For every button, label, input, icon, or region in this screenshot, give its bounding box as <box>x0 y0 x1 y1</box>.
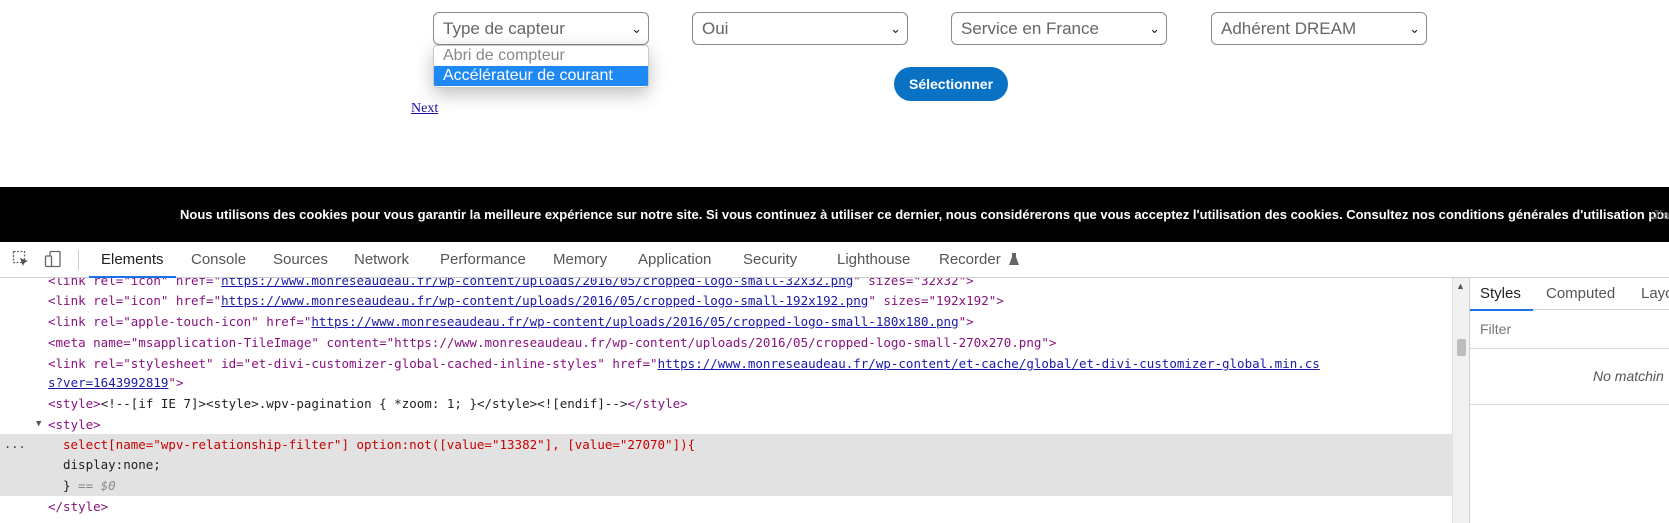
dom-line[interactable]: <link rel="icon" href="https://www.monre… <box>0 290 1452 311</box>
dom-line-selected[interactable]: display:none; <box>0 454 1452 475</box>
dom-link[interactable]: https://www.monreseaudeau.fr/wp-content/… <box>311 314 958 329</box>
chevron-down-icon: ⌄ <box>631 21 642 36</box>
sensor-type-select-value: Type de capteur <box>443 19 565 38</box>
recorder-flask-icon <box>1008 253 1019 265</box>
elements-scrollbar[interactable]: ▲ <box>1452 278 1469 523</box>
tab-styles[interactable]: Styles <box>1470 278 1533 311</box>
dom-text: </style> <box>627 396 688 411</box>
adherent-select-value: Adhérent DREAM <box>1221 19 1357 38</box>
dom-text: <style> <box>48 417 101 432</box>
dom-text: <link rel="icon" href=" <box>48 293 222 308</box>
more-options-icon[interactable]: ... <box>4 434 26 455</box>
chevron-down-icon: ⌄ <box>1149 21 1160 36</box>
styles-filter-input[interactable]: Filter <box>1480 318 1669 340</box>
devtools-toolbar: Elements Console Sources Network Perform… <box>0 242 1669 278</box>
dom-line[interactable]: </style> <box>0 496 1452 517</box>
tab-recorder[interactable]: Recorder <box>939 242 1019 278</box>
dom-text: </style> <box>48 499 109 514</box>
oui-select-value: Oui <box>702 19 729 38</box>
tab-lighthouse[interactable]: Lighthouse <box>837 242 910 278</box>
scrollbar-thumb[interactable] <box>1457 339 1466 356</box>
dom-text: <!--[if IE 7]><style>.wpv-pagination { *… <box>100 396 628 411</box>
oui-select[interactable]: Oui ⌄ <box>692 12 908 45</box>
dom-text: " sizes="32x32"> <box>853 278 974 288</box>
service-select[interactable]: Service en France ⌄ <box>951 12 1167 45</box>
scroll-up-arrow-icon[interactable]: ▲ <box>1456 281 1465 291</box>
dom-link[interactable]: https://www.monreseaudeau.fr/wp-content/… <box>221 293 868 308</box>
dom-text: "> <box>168 375 184 390</box>
dom-text: display:none; <box>63 457 161 472</box>
sensor-type-select[interactable]: Type de capteur ⌄ <box>433 12 649 45</box>
dom-text: == $0 <box>70 478 116 493</box>
screen: Type de capteur ⌄ Oui ⌄ Service en Franc… <box>0 0 1669 523</box>
devtools-panel: Elements Console Sources Network Perform… <box>0 242 1669 523</box>
tab-performance[interactable]: Performance <box>440 242 526 278</box>
dom-link[interactable]: https://www.monreseaudeau.fr/wp-content/… <box>221 278 853 288</box>
device-toolbar-icon[interactable] <box>44 250 62 268</box>
dom-text: <link rel="stylesheet" id="et-divi-custo… <box>48 356 658 371</box>
web-page: Type de capteur ⌄ Oui ⌄ Service en Franc… <box>0 0 1669 187</box>
dom-line[interactable]: <meta name="msapplication-TileImage" con… <box>0 332 1452 353</box>
next-link[interactable]: Next <box>411 101 438 117</box>
tab-network[interactable]: Network <box>354 242 409 278</box>
adherent-select[interactable]: Adhérent DREAM ⌄ <box>1211 12 1427 45</box>
divider <box>1470 348 1669 349</box>
dom-text: " sizes="192x192"> <box>868 293 1004 308</box>
tab-console[interactable]: Console <box>191 242 246 278</box>
dom-text: <link rel="apple-touch-icon" href=" <box>48 314 312 329</box>
chevron-down-icon: ⌄ <box>890 21 901 36</box>
chevron-down-icon: ⌄ <box>1409 21 1420 36</box>
tab-recorder-label: Recorder <box>939 251 1001 268</box>
elements-dom-tree: <link rel="icon" href="https://www.monre… <box>0 278 1452 523</box>
dom-line[interactable]: s?ver=1643992819"> <box>0 372 1452 393</box>
dom-link[interactable]: s?ver=1643992819 <box>48 375 168 390</box>
dropdown-option-abri[interactable]: Abri de compteur <box>434 46 648 66</box>
cookie-accept-button[interactable]: J'a <box>1652 187 1669 242</box>
dropdown-option-accelerateur[interactable]: Accélérateur de courant <box>434 66 648 86</box>
tab-computed[interactable]: Computed <box>1546 278 1615 310</box>
cookie-bar: Nous utilisons des cookies pour vous gar… <box>0 187 1669 242</box>
select-button[interactable]: Sélectionner <box>894 67 1008 101</box>
expand-triangle-icon[interactable]: ▼ <box>36 414 41 435</box>
dom-line[interactable]: <link rel="apple-touch-icon" href="https… <box>0 311 1452 332</box>
tab-sources[interactable]: Sources <box>273 242 328 278</box>
toolbar-divider <box>78 250 79 270</box>
dom-text: } <box>63 478 71 493</box>
dom-line[interactable]: <style><!--[if IE 7]><style>.wpv-paginat… <box>0 393 1452 414</box>
service-select-value: Service en France <box>961 19 1099 38</box>
dom-text: select[name="wpv-relationship-filter"] o… <box>63 437 696 452</box>
cookie-text: Nous utilisons des cookies pour vous gar… <box>180 207 1669 222</box>
dom-text: <link rel="icon" href=" <box>48 278 222 288</box>
sensor-type-dropdown: Abri de compteur Accélérateur de courant <box>433 45 649 88</box>
tab-layout[interactable]: Layo <box>1641 278 1669 310</box>
inspect-element-icon[interactable] <box>12 250 30 268</box>
dom-text: <meta name="msapplication-TileImage" con… <box>48 335 1057 350</box>
dom-line-selected[interactable]: } == $0 <box>0 475 1452 496</box>
dom-line-selected[interactable]: ... select[name="wpv-relationship-filter… <box>0 434 1452 455</box>
styles-pane: Styles Computed Layo Filter No matchin <box>1469 278 1669 523</box>
tab-memory[interactable]: Memory <box>553 242 607 278</box>
dom-text: <style> <box>48 396 101 411</box>
divider <box>1470 404 1669 405</box>
tab-security[interactable]: Security <box>743 242 797 278</box>
dom-line[interactable]: ▼ <style> <box>0 414 1452 435</box>
dom-line[interactable]: <link rel="stylesheet" id="et-divi-custo… <box>0 353 1452 374</box>
styles-tabs: Styles Computed Layo <box>1470 278 1669 311</box>
dom-link[interactable]: https://www.monreseaudeau.fr/wp-content/… <box>658 356 1320 371</box>
tab-application[interactable]: Application <box>638 242 711 278</box>
no-matching-text: No matchin <box>1593 368 1664 384</box>
dom-text: "> <box>958 314 974 329</box>
tab-elements[interactable]: Elements <box>89 242 175 278</box>
